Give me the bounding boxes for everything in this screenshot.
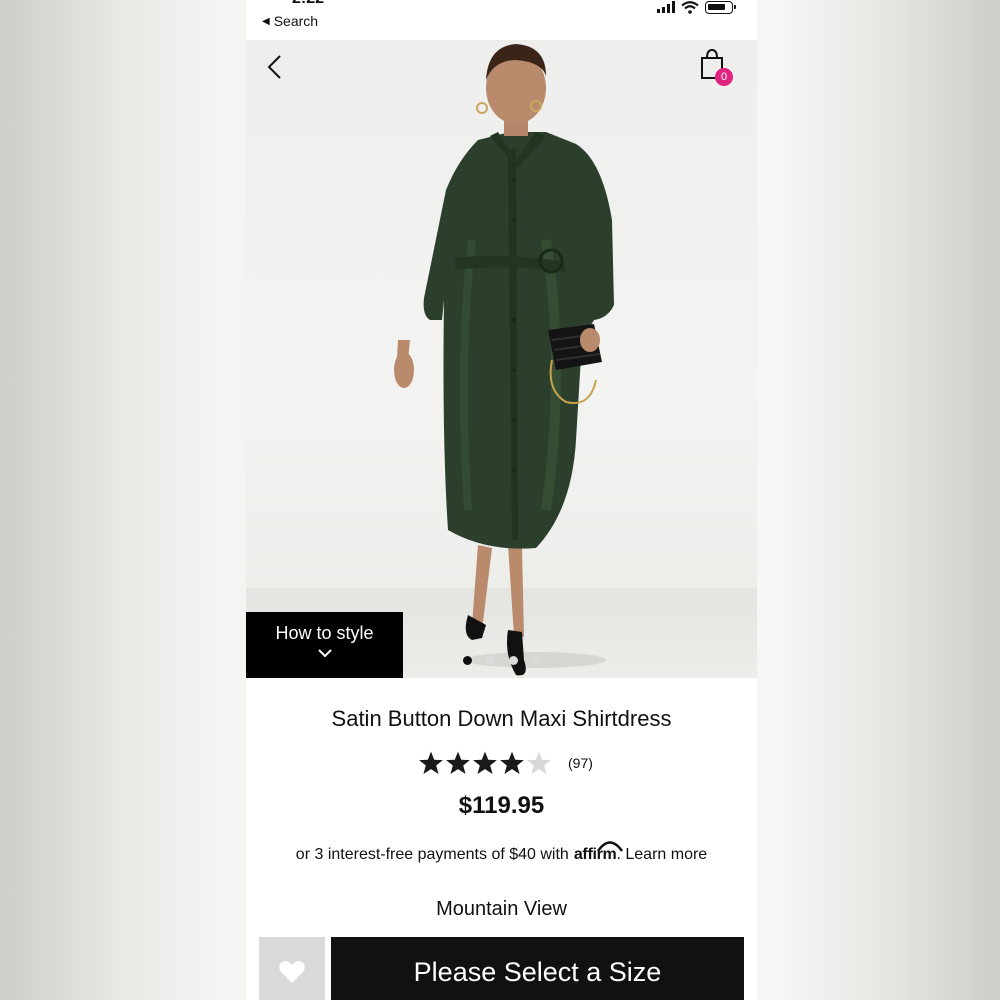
status-bar: 2:22 ◀ Search [246, 0, 757, 40]
carousel-dot[interactable] [486, 656, 495, 665]
how-to-style-label: How to style [275, 623, 374, 643]
affirm-logo: affirm [574, 841, 623, 864]
cellular-signal-icon [657, 1, 675, 13]
carousel-dot[interactable] [509, 656, 518, 665]
star-empty-icon [527, 751, 551, 775]
wifi-icon [681, 0, 699, 14]
phone-screen: 2:22 ◀ Search [246, 0, 757, 1000]
product-photo-model [394, 44, 614, 676]
carousel-dot[interactable] [463, 656, 472, 665]
status-time: 2:22 [292, 0, 324, 8]
rating-stars [418, 750, 552, 776]
back-triangle-icon: ◀ [262, 15, 270, 27]
system-icons [657, 0, 736, 14]
star-filled-icon [500, 751, 524, 775]
back-chevron-icon[interactable] [264, 54, 286, 80]
product-title: Satin Button Down Maxi Shirtdress [331, 706, 672, 731]
learn-more-link[interactable]: . Learn more [616, 846, 707, 864]
wishlist-button[interactable] [259, 937, 325, 1000]
product-price: $119.95 [458, 792, 545, 819]
review-count: (97) [568, 755, 593, 771]
heart-icon [279, 961, 305, 983]
chevron-down-icon [317, 649, 332, 658]
battery-icon [705, 0, 736, 14]
how-to-style-button[interactable]: How to style [246, 612, 403, 678]
product-image-carousel[interactable]: 0 How to style [246, 40, 757, 678]
back-to-search-label: Search [273, 13, 319, 29]
back-to-search-link[interactable]: ◀ Search [262, 13, 318, 29]
installments-message: or 3 interest-free payments of $40 with … [246, 841, 757, 864]
star-filled-icon [446, 751, 470, 775]
affirm-arc-icon [596, 841, 623, 852]
selected-color-name: Mountain View [436, 898, 567, 920]
carousel-dot[interactable] [532, 656, 541, 665]
installments-prefix: or 3 interest-free payments of $40 with [295, 846, 569, 863]
cart-count-badge: 0 [715, 68, 733, 86]
select-size-button[interactable]: Please Select a Size [331, 937, 744, 1000]
cart-bag-button[interactable]: 0 [699, 48, 733, 86]
star-filled-icon [419, 751, 443, 775]
carousel-pagination [463, 656, 541, 665]
star-filled-icon [473, 751, 497, 775]
product-rating[interactable]: (97) [418, 750, 593, 776]
